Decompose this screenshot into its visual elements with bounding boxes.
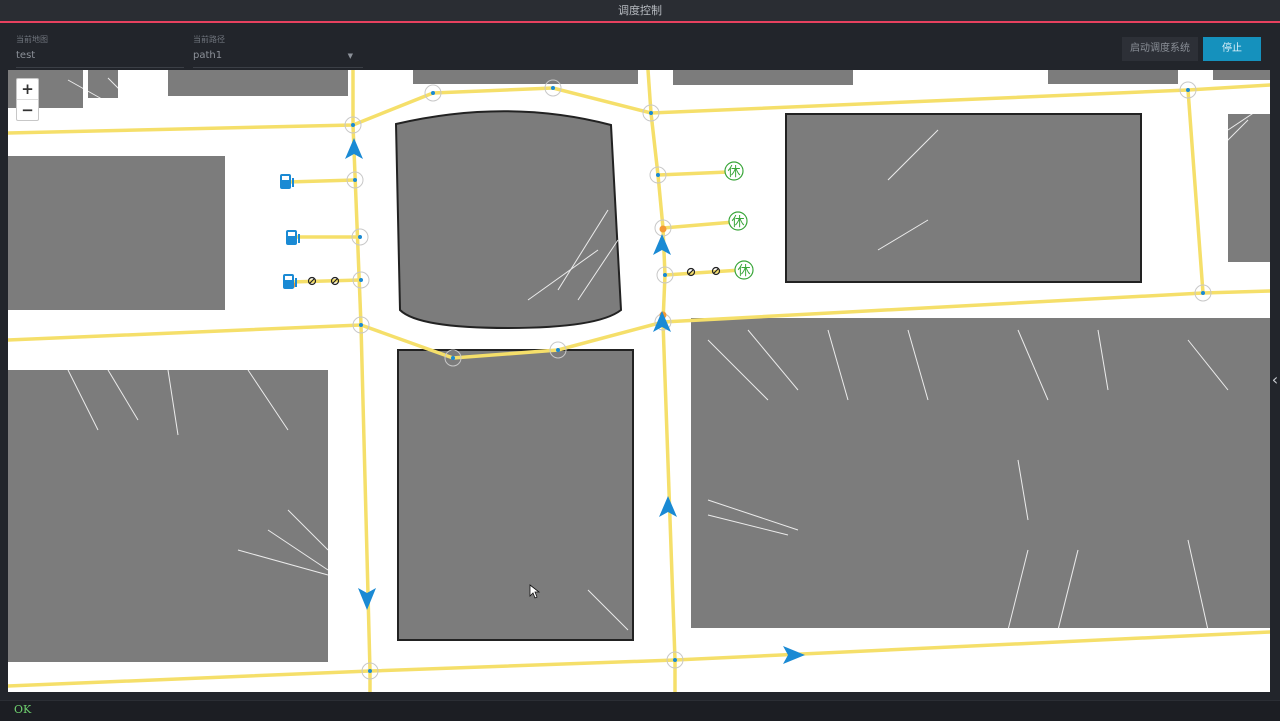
map-canvas[interactable]: 休 休 休 + − [8,70,1270,692]
current-path-value: path1 [193,50,223,61]
obstacle-block [1048,70,1178,84]
obstacle-block [8,156,225,310]
rest-station-label: 休 [731,215,744,230]
map-svg[interactable]: 休 休 休 [8,70,1270,692]
route-node-dot [451,356,455,360]
obstacle-block [673,70,853,85]
current-map-label: 当前地图 [16,35,48,44]
zoom-in-button[interactable]: + [17,79,38,99]
zoom-control: + − [16,78,39,121]
vehicle-arrow-icon [653,234,671,255]
rest-station-label: 休 [727,165,740,180]
window-title: 调度控制 [618,4,662,17]
side-panel-toggle-icon[interactable]: ‹ [1270,366,1280,394]
route-node-dot [358,235,362,239]
chevron-down-icon[interactable]: ▼ [348,52,353,60]
route-node-dot [359,278,363,282]
route-node-dot [351,123,355,127]
obstacle-block [1228,114,1270,262]
route-node-dot [663,273,667,277]
obstacle-block [8,370,328,662]
route-segment [656,170,730,177]
route-node-dot [673,658,677,662]
route-segment [661,220,736,230]
obstacle-block [397,349,634,641]
rest-station-label: 休 [737,264,750,279]
obstacle-block [168,70,348,96]
route-node-dot [649,111,653,115]
zoom-out-button[interactable]: − [17,99,38,120]
route-segment [646,70,653,115]
obstacle-layer [8,70,1270,692]
current-map-field[interactable]: 当前地图 test [16,35,184,68]
route-node-dot [551,86,555,90]
vehicle-arrow-icon [659,496,677,517]
current-path-label: 当前路径 [193,35,225,44]
obstacle-block [394,110,623,330]
orange-marker [659,225,667,233]
route-node-dot [556,348,560,352]
route-segment [288,278,363,284]
current-map-value: test [16,50,36,61]
charging-stations[interactable] [280,174,300,289]
obstacle-block [785,113,1142,283]
route-node-dot [359,323,363,327]
status-bar: OK [0,700,1280,721]
route-node-dot [656,173,660,177]
obstacle-block [8,662,338,692]
obstacle-block [691,318,1270,628]
route-node-dot [353,178,357,182]
rest-stations[interactable]: 休 休 休 [724,161,754,280]
route-segment [649,111,677,692]
route-segment [286,178,357,184]
window-titlebar: 调度控制 [0,0,1280,23]
route-segment [663,268,743,277]
route-node-dot [431,91,435,95]
obstacle-block [1213,70,1270,80]
toolbar: 当前地图 test 当前路径 path1 ▼ 启动调度系统 停止 [0,23,1280,70]
route-node-dot [1201,291,1205,295]
obstacle-block [413,70,638,84]
status-text: OK [14,703,32,716]
route-segment [1186,88,1205,295]
current-path-select[interactable]: 当前路径 path1 ▼ [193,35,363,68]
route-node-dot [1186,88,1190,92]
stop-button[interactable]: 停止 [1203,37,1261,61]
route-node-dot [368,669,372,673]
start-dispatch-button[interactable]: 启动调度系统 [1122,37,1198,61]
